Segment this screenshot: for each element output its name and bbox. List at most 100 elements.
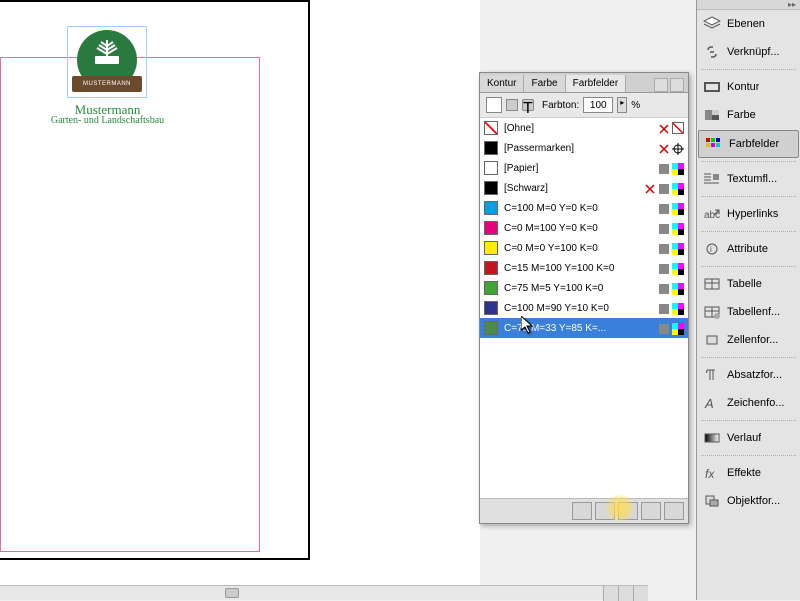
dock-item-tablestyles[interactable]: Tabellenf... [697, 298, 800, 326]
swatch-row[interactable]: C=100 M=90 Y=10 K=0 [480, 298, 688, 318]
horizontal-scrollbar[interactable] [0, 585, 648, 600]
tab-farbfelder[interactable]: Farbfelder [566, 75, 627, 92]
dock-item-gradient[interactable]: Verlauf [697, 424, 800, 452]
show-options-button[interactable] [572, 502, 592, 520]
right-dock: ▸▸ Ebenen Verknüpf... KonturFarbe Farbfelde… [696, 0, 800, 600]
new-swatch-button[interactable] [641, 502, 661, 520]
dock-collapse-icon[interactable]: ▸▸ [697, 0, 800, 10]
swatch-chip [484, 181, 498, 195]
cmyk-icon [672, 182, 684, 194]
cmyk-icon [672, 222, 684, 234]
dock-item-hyperlinks[interactable]: abcHyperlinks [697, 200, 800, 228]
dock-label: Verknüpf... [727, 46, 780, 58]
company-tagline[interactable]: Garten- und Landschaftsbau [0, 115, 215, 126]
cmyk-icon [672, 242, 684, 254]
color-mode-icon [658, 182, 670, 194]
swatch-name: [Papier] [504, 163, 658, 174]
scroll-thumb[interactable] [225, 588, 239, 598]
dock-label: Farbfelder [729, 138, 779, 150]
dock-label: Ebenen [727, 18, 765, 30]
dock-item-color[interactable]: Farbe [697, 101, 800, 129]
dock-item-charstyles[interactable]: AZeichenfo... [697, 389, 800, 417]
swatch-view2-button[interactable] [618, 502, 638, 520]
none-icon [672, 122, 684, 134]
color-mode-icon [658, 302, 670, 314]
dock-item-textwrap[interactable]: Textumfl... [697, 165, 800, 193]
document-canvas[interactable]: MUSTERMANN Mustermann Garten- und Landsc… [0, 0, 480, 585]
company-logo: MUSTERMANN [72, 30, 142, 94]
swatch-chip [484, 161, 498, 175]
svg-text:i: i [710, 245, 712, 254]
tint-input[interactable] [583, 97, 613, 113]
text-icon[interactable]: T [522, 99, 534, 111]
dock-item-table[interactable]: Tabelle [697, 270, 800, 298]
logo-text: MUSTERMANN [83, 81, 131, 87]
dock-item-cellstyles[interactable]: Zellenfor... [697, 326, 800, 354]
dock-item-attributes[interactable]: iAttribute [697, 235, 800, 263]
tab-farbe[interactable]: Farbe [524, 75, 565, 92]
dock-item-links[interactable]: Verknüpf... [697, 38, 800, 66]
swatch-name: C=75 M=33 Y=85 K=... [504, 323, 658, 334]
swatches-panel: Kontur Farbe Farbfelder T Farbton: ▸ % [… [479, 72, 689, 524]
swatch-row[interactable]: C=100 M=0 Y=0 K=0 [480, 198, 688, 218]
layers-icon [703, 16, 721, 32]
cmyk-icon [672, 322, 684, 334]
color-mode-icon [658, 282, 670, 294]
tint-label: Farbton: [542, 100, 579, 111]
swatch-row[interactable]: [Schwarz] [480, 178, 688, 198]
textwrap-icon [703, 171, 721, 187]
table-icon [703, 276, 721, 292]
links-icon [703, 44, 721, 60]
charstyles-icon: A [703, 395, 721, 411]
parastyles-icon [703, 367, 721, 383]
scroll-btn[interactable] [633, 586, 648, 601]
fill-stroke-proxy-icon[interactable] [486, 97, 502, 113]
dock-label: Zellenfor... [727, 334, 778, 346]
dock-label: Verlauf [727, 432, 761, 444]
color-mode-icon [658, 242, 670, 254]
swatch-row[interactable]: [Ohne] [480, 118, 688, 138]
dock-item-objstyles[interactable]: Objektfor... [697, 487, 800, 515]
tint-stepper-icon[interactable]: ▸ [617, 97, 627, 113]
page[interactable]: MUSTERMANN Mustermann Garten- und Landsc… [0, 0, 310, 560]
swatch-name: [Ohne] [504, 123, 658, 134]
swatch-view-button[interactable] [595, 502, 615, 520]
lock-icon [658, 142, 670, 154]
dock-label: Tabelle [727, 278, 762, 290]
dock-label: Tabellenf... [727, 306, 780, 318]
delete-swatch-button[interactable] [664, 502, 684, 520]
swatch-row[interactable]: C=75 M=5 Y=100 K=0 [480, 278, 688, 298]
swatch-row[interactable]: [Passermarken] [480, 138, 688, 158]
swatch-name: C=100 M=90 Y=10 K=0 [504, 303, 658, 314]
scroll-btn[interactable] [618, 586, 633, 601]
lock-icon [658, 122, 670, 134]
swatch-row[interactable]: C=15 M=100 Y=100 K=0 [480, 258, 688, 278]
scroll-btn[interactable] [603, 586, 618, 601]
panel-collapse-icon[interactable] [654, 78, 668, 92]
logo-frame[interactable]: MUSTERMANN [67, 26, 147, 98]
dock-separator [701, 420, 796, 421]
swatch-list: [Ohne] [Passermarken] [Papier] [Schwarz] C=1… [480, 118, 688, 498]
swatch-name: C=0 M=100 Y=0 K=0 [504, 223, 658, 234]
dock-item-stroke[interactable]: Kontur [697, 73, 800, 101]
swatch-row[interactable]: C=75 M=33 Y=85 K=... [480, 318, 688, 338]
swatches-icon [705, 136, 723, 152]
dock-item-parastyles[interactable]: Absatzfor... [697, 361, 800, 389]
swatch-row[interactable]: [Papier] [480, 158, 688, 178]
tint-percent: % [631, 100, 640, 111]
tab-kontur[interactable]: Kontur [480, 75, 524, 92]
cmyk-icon [672, 162, 684, 174]
swatch-row[interactable]: C=0 M=100 Y=0 K=0 [480, 218, 688, 238]
hyperlinks-icon: abc [703, 206, 721, 222]
dock-item-effects[interactable]: fxEffekte [697, 459, 800, 487]
swatch-name: C=100 M=0 Y=0 K=0 [504, 203, 658, 214]
container-icon[interactable] [506, 99, 518, 111]
dock-item-swatches[interactable]: Farbfelder [698, 130, 799, 158]
panel-menu-icon[interactable] [670, 78, 684, 92]
swatch-chip [484, 201, 498, 215]
swatch-row[interactable]: C=0 M=0 Y=100 K=0 [480, 238, 688, 258]
dock-item-layers[interactable]: Ebenen [697, 10, 800, 38]
dock-separator [701, 357, 796, 358]
swatch-name: C=75 M=5 Y=100 K=0 [504, 283, 658, 294]
swatch-chip [484, 321, 498, 335]
